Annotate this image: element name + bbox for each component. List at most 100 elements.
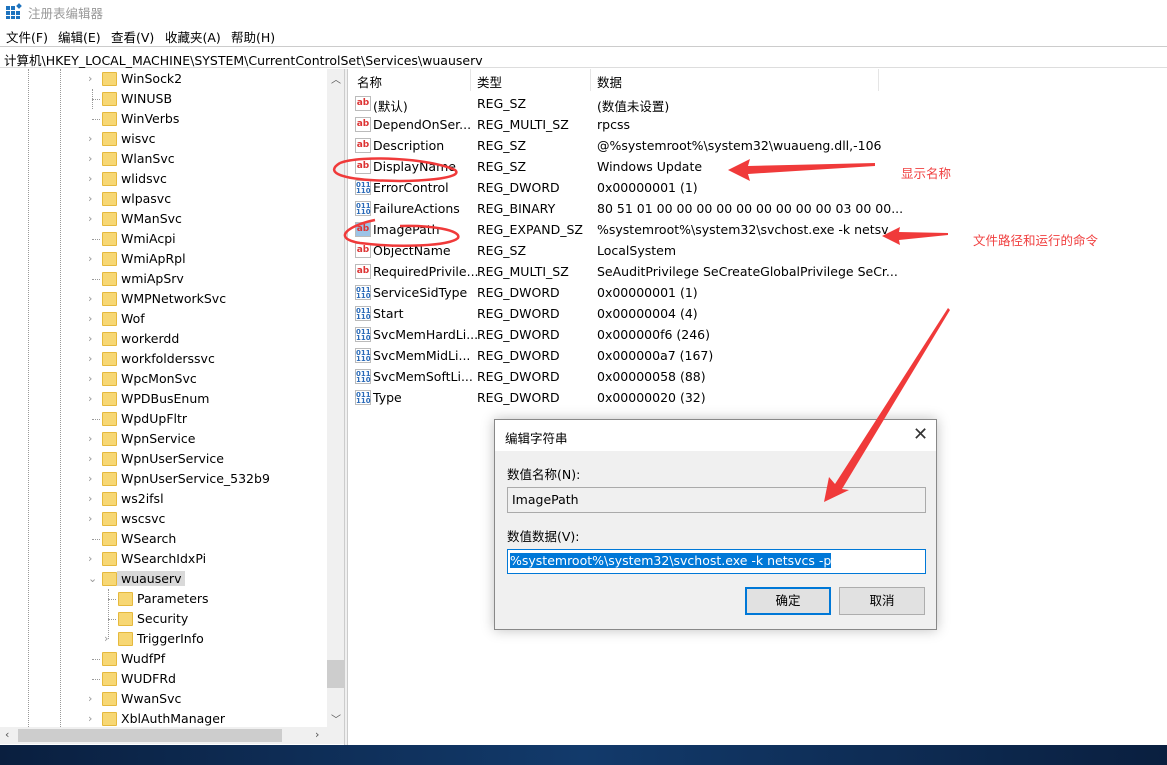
value-row[interactable]: 011 110 ServiceSidType REG_DWORD 0x00000001 … [348,282,1167,303]
chevron-right-icon[interactable]: › [88,432,92,445]
chevron-right-icon[interactable]: › [88,192,92,205]
value-row[interactable]: 011 110 SvcMemMidLi... REG_DWORD 0x000000a7 … [348,345,1167,366]
value-row[interactable]: 011 110 SvcMemHardLi... REG_DWORD 0x000000f6… [348,324,1167,345]
value-data: LocalSystem [597,243,677,258]
menu-favorites[interactable]: 收藏夹(A) [165,27,221,46]
tree-connector [108,619,116,620]
folder-icon [102,552,117,566]
chevron-right-icon[interactable]: › [88,552,92,565]
chevron-right-icon[interactable]: › [88,212,92,225]
binary-value-icon: 011 110 [355,390,371,405]
binary-value-icon: 011 110 [355,180,371,195]
cancel-button[interactable]: 取消 [839,587,925,615]
tree-item-label: workfolderssvc [121,351,215,366]
value-row[interactable]: 011 110 ErrorControl REG_DWORD 0x00000001 (1… [348,177,1167,198]
value-type: REG_BINARY [477,201,556,216]
chevron-right-icon[interactable]: › [88,712,92,725]
scroll-right-icon[interactable]: › [315,728,319,741]
value-row[interactable]: ab DisplayName REG_SZ Windows Update [348,156,1167,177]
value-row[interactable]: ab Description REG_SZ @%systemroot%\system3… [348,135,1167,156]
tree-item-label: wlidsvc [121,171,167,186]
scroll-down-icon[interactable]: ﹀ [331,711,341,726]
value-data-input[interactable]: %systemroot%\system32\svchost.exe -k net… [507,549,926,574]
tree-hscroll-thumb[interactable] [18,729,282,742]
folder-icon [102,412,117,426]
folder-icon [102,92,117,106]
folder-icon [102,472,117,486]
tree-item-label: wlpasvc [121,191,172,206]
value-row[interactable]: ab DependOnSer... REG_MULTI_SZ rpcss [348,114,1167,135]
tree-vertical-scrollbar[interactable]: ︿ ﹀ [327,69,344,727]
string-value-icon: ab [355,264,371,279]
value-row[interactable]: 011 110 Type REG_DWORD 0x00000020 (32) [348,387,1167,408]
value-row[interactable]: 011 110 Start REG_DWORD 0x00000004 (4) [348,303,1167,324]
menu-file[interactable]: 文件(F) [6,27,48,46]
value-data: 0x00000001 (1) [597,285,698,300]
tree-item-label: WpnUserService [121,451,224,466]
chevron-right-icon[interactable]: › [88,312,92,325]
folder-icon [118,632,133,646]
tree-connector [92,659,100,660]
value-data: %systemroot%\system32\svchost.exe -k net… [597,222,900,237]
chevron-right-icon[interactable]: › [88,692,92,705]
binary-value-icon: 011 110 [355,285,371,300]
tree-item-label: Wof [121,311,145,326]
close-icon[interactable]: ✕ [913,424,928,445]
chevron-right-icon[interactable]: › [88,252,92,265]
address-bar[interactable]: 计算机\HKEY_LOCAL_MACHINE\SYSTEM\CurrentCon… [0,46,1167,68]
value-type: REG_DWORD [477,348,560,363]
value-row[interactable]: 011 110 SvcMemSoftLi... REG_DWORD 0x00000058… [348,366,1167,387]
tree-item-label: Parameters [137,591,209,606]
folder-icon [102,392,117,406]
chevron-right-icon[interactable]: › [88,352,92,365]
value-row[interactable]: 011 110 FailureActions REG_BINARY 80 51 01 0… [348,198,1167,219]
value-name: RequiredPrivile... [373,264,479,279]
folder-icon [102,372,117,386]
chevron-down-icon[interactable]: ⌄ [88,572,97,585]
tree-item-label: wmiApSrv [121,271,184,286]
value-data: 0x00000004 (4) [597,306,698,321]
menu-help[interactable]: 帮助(H) [231,27,275,46]
chevron-right-icon[interactable]: › [88,492,92,505]
value-name: ServiceSidType [373,285,468,300]
chevron-right-icon[interactable]: › [88,512,92,525]
column-header-data[interactable]: 数据 [597,72,622,91]
folder-icon [102,532,117,546]
chevron-right-icon[interactable]: › [88,72,92,85]
tree-item-label: WlanSvc [121,151,175,166]
scroll-left-icon[interactable]: ‹ [5,728,9,741]
chevron-right-icon[interactable]: › [88,472,92,485]
ok-button[interactable]: 确定 [745,587,831,615]
value-name-field[interactable]: ImagePath [507,487,926,513]
annotation-image-path: 文件路径和运行的命令 [973,233,1099,248]
value-data: Windows Update [597,159,703,174]
chevron-right-icon[interactable]: › [88,332,92,345]
column-header-name[interactable]: 名称 [357,72,382,91]
value-row[interactable]: ab (默认) REG_SZ (数值未设置) [348,93,1167,114]
tree-scroll-thumb[interactable] [327,660,344,688]
folder-icon [102,132,117,146]
value-row[interactable]: ab RequiredPrivile... REG_MULTI_SZ SeAuditP… [348,261,1167,282]
binary-value-icon: 011 110 [355,369,371,384]
binary-value-icon: 011 110 [355,348,371,363]
chevron-right-icon[interactable]: › [88,452,92,465]
value-name: ErrorControl [373,180,449,195]
chevron-right-icon[interactable]: › [88,172,92,185]
chevron-right-icon[interactable]: › [88,392,92,405]
folder-icon [102,452,117,466]
column-header-type[interactable]: 类型 [477,72,502,91]
folder-icon [102,672,117,686]
chevron-right-icon[interactable]: › [88,152,92,165]
menu-edit[interactable]: 编辑(E) [58,27,101,46]
value-name: ObjectName [373,243,451,258]
menu-view[interactable]: 查看(V) [111,27,154,46]
chevron-right-icon[interactable]: › [88,372,92,385]
value-name-label: 数值名称(N): [507,467,581,482]
scroll-up-icon[interactable]: ︿ [331,71,341,86]
chevron-right-icon[interactable]: › [88,132,92,145]
folder-icon [118,592,133,606]
tree-item-label: WpnUserService_532b9 [121,471,270,486]
value-type: REG_DWORD [477,369,560,384]
tree-item-label: WpdUpFltr [121,411,188,426]
chevron-right-icon[interactable]: › [88,292,92,305]
